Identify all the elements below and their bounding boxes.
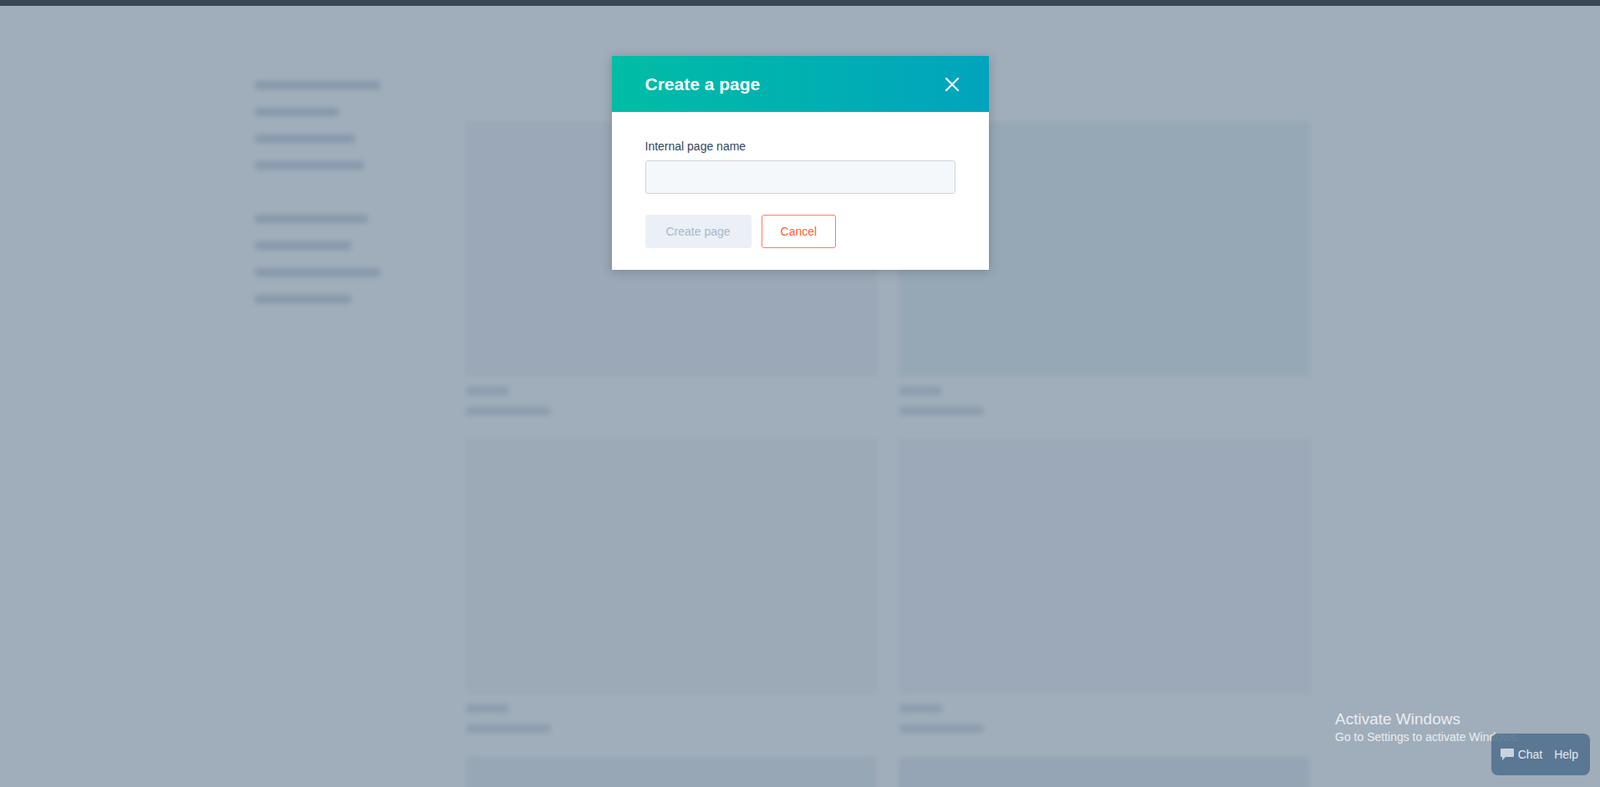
dialog-title: Create a page xyxy=(645,74,761,95)
page: Create a page Internal page name Create pa… xyxy=(0,0,1600,787)
create-page-dialog: Create a page Internal page name Create pa… xyxy=(611,56,989,271)
close-icon xyxy=(944,76,960,92)
dialog-body: Internal page name Create page Cancel xyxy=(611,112,989,271)
watermark-title: Activate Windows xyxy=(1335,710,1520,729)
help-widget-item[interactable]: Chat xyxy=(1499,748,1544,762)
cancel-button[interactable]: Cancel xyxy=(761,214,837,249)
close-button[interactable] xyxy=(938,71,966,98)
help-widget-item[interactable]: Help xyxy=(1554,748,1579,762)
help-widget: Chat Help xyxy=(1491,733,1590,776)
field-label: Internal page name xyxy=(645,139,956,153)
modal-overlay: Create a page Internal page name Create pa… xyxy=(0,0,1600,787)
page-name-input[interactable] xyxy=(645,160,956,194)
create-page-button[interactable]: Create page xyxy=(645,214,752,249)
button-row: Create page Cancel xyxy=(645,214,956,249)
chat-bubble-icon xyxy=(1499,748,1515,762)
dialog-header: Create a page xyxy=(611,56,989,113)
